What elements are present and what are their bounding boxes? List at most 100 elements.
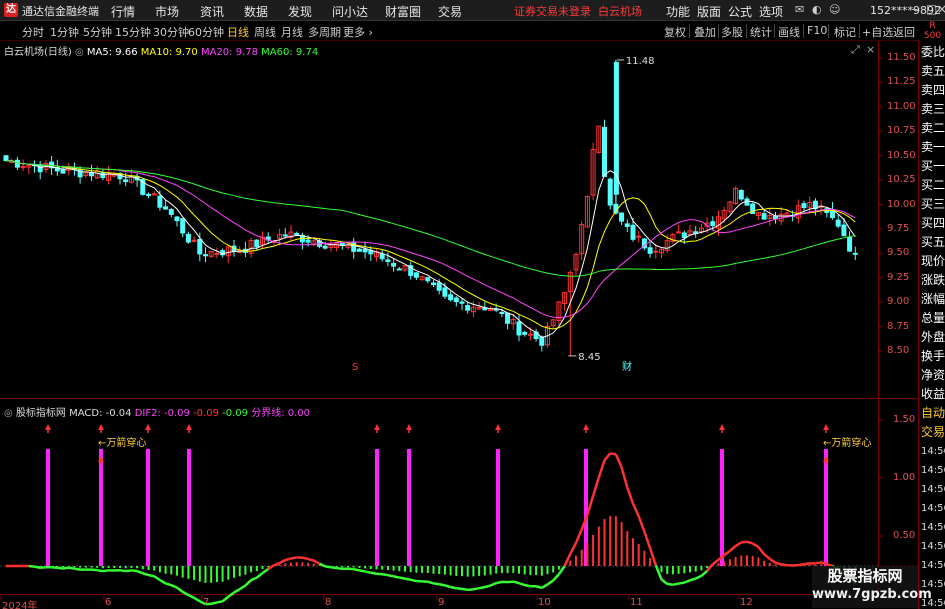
sidebar-item[interactable]: 14:56 [921, 518, 945, 537]
period-60min[interactable]: 60分钟 [188, 24, 224, 40]
sidebar-item[interactable]: 涨跌 [921, 271, 945, 290]
login-status[interactable]: 证券交易未登录 白云机场 [514, 3, 642, 19]
menu-layout[interactable]: 版面 [697, 3, 721, 20]
chart-close-icon[interactable]: × [866, 43, 875, 56]
sidebar-item[interactable]: 卖四 [921, 81, 945, 100]
macd-line [723, 549, 731, 557]
period-multi[interactable]: 多周期 [308, 24, 341, 40]
candle-body [254, 239, 260, 248]
settings-icon[interactable]: ◎ [75, 47, 84, 58]
overlay-button[interactable]: 叠加 [694, 24, 716, 40]
period-weekly[interactable]: 周线 [254, 24, 276, 40]
menu-formula[interactable]: 公式 [728, 3, 752, 20]
back-button[interactable]: 返回 [893, 24, 915, 40]
sidebar-item[interactable]: 买二 [921, 176, 945, 195]
draw-line-button[interactable]: 画线 [778, 24, 800, 40]
macd-line [546, 579, 554, 586]
candle-body [203, 254, 208, 257]
period-15min[interactable]: 15分钟 [115, 24, 151, 40]
sidebar-item[interactable]: 14:56 [921, 480, 945, 499]
menu-options[interactable]: 选项 [759, 3, 783, 20]
sidebar-item[interactable]: 委比 [921, 43, 945, 62]
macd-line [433, 582, 440, 586]
period-5min[interactable]: 5分钟 [83, 24, 112, 40]
pin-icon[interactable]: ⤢ [851, 43, 860, 57]
sidebar-item[interactable]: 涨幅 [921, 290, 945, 309]
macd-line [667, 582, 674, 586]
add-watchlist-button[interactable]: +自选 [862, 24, 893, 40]
signal-bar [375, 449, 379, 566]
macd-line [450, 585, 457, 590]
period-1min[interactable]: 1分钟 [50, 24, 79, 40]
indicator-settings-icon[interactable]: ◎ [4, 408, 13, 419]
statistics-button[interactable]: 统计 [750, 24, 772, 40]
sidebar-item[interactable]: 买一 [921, 157, 945, 176]
sidebar-item[interactable]: 14:56 [921, 537, 945, 556]
macd-histogram [466, 566, 469, 577]
chart-canvas[interactable]: 11.48 8.45 S 财 ←万箭穿心 ←万箭穿心 [0, 0, 945, 609]
menu-wenxiaoda[interactable]: 问小达 [332, 3, 368, 20]
sidebar-item[interactable]: 买四 [921, 214, 945, 233]
period-daily[interactable]: 日线 [227, 24, 249, 40]
macd-line [233, 588, 241, 594]
macd-histogram [124, 566, 127, 569]
menu-quotes[interactable]: 行情 [111, 3, 135, 20]
skin-icon[interactable]: ◐ [812, 3, 822, 16]
sidebar-item[interactable]: 买五 [921, 233, 945, 252]
period-monthly[interactable]: 月线 [281, 24, 303, 40]
candle-body [436, 282, 442, 291]
menu-news[interactable]: 资讯 [200, 3, 224, 20]
multi-stock-button[interactable]: 多股 [721, 24, 743, 40]
macd-histogram [443, 566, 446, 575]
sidebar-item[interactable]: 卖五 [921, 62, 945, 81]
macd-histogram [426, 566, 429, 573]
macd-line [148, 573, 155, 578]
period-timeshare[interactable]: 分时 [22, 24, 44, 40]
sidebar-item[interactable]: 自动 [921, 404, 945, 423]
sidebar-item[interactable]: 买三 [921, 195, 945, 214]
mark-button[interactable]: 标记 [834, 24, 856, 40]
indicator-name: 股标指标网 [15, 408, 66, 419]
period-more[interactable]: 更多 › [343, 24, 373, 40]
minimize-icon[interactable]: – [912, 2, 918, 16]
period-30min[interactable]: 30分钟 [153, 24, 189, 40]
sidebar-item[interactable]: 14:56 [921, 499, 945, 518]
menu-trade[interactable]: 交易 [438, 3, 462, 20]
indicator-tick-label: 1.00 [893, 472, 916, 483]
sidebar-item[interactable]: 14:56 [921, 556, 945, 575]
candle-body [20, 166, 26, 169]
sidebar-item[interactable]: 总量 [921, 309, 945, 328]
sidebar-item[interactable]: 外盘 [921, 328, 945, 347]
sidebar-item[interactable]: 卖二 [921, 119, 945, 138]
f10-button[interactable]: F10 [807, 24, 827, 37]
adjust-button[interactable]: 复权 [664, 24, 686, 40]
candle-body [619, 212, 625, 222]
macd-line [284, 557, 292, 562]
candle-body [453, 297, 459, 303]
sidebar-item[interactable]: 14:56 [921, 442, 945, 461]
candle-body [123, 179, 129, 183]
macd-line [637, 515, 646, 533]
sidebar-item[interactable]: 收益 [921, 385, 945, 404]
sidebar-item[interactable]: 交易 [921, 423, 945, 442]
user-icon[interactable]: ☺ [829, 3, 840, 16]
macd-histogram [244, 566, 247, 575]
sidebar-item[interactable]: 换手 [921, 347, 945, 366]
signal-bar [720, 449, 724, 566]
close-icon[interactable]: × [937, 2, 945, 16]
sidebar-item[interactable]: 现价 [921, 252, 945, 271]
mail-icon[interactable]: ✉ [795, 3, 804, 16]
menu-market[interactable]: 市场 [155, 3, 179, 20]
menu-discover[interactable]: 发现 [288, 3, 312, 20]
maximize-icon[interactable]: □ [926, 2, 937, 16]
sidebar-item[interactable]: 净资 [921, 366, 945, 385]
sidebar-item[interactable]: 卖三 [921, 100, 945, 119]
menu-wealth-circle[interactable]: 财富圈 [385, 3, 421, 20]
macd-histogram [136, 566, 139, 569]
sidebar-item[interactable]: 卖一 [921, 138, 945, 157]
sidebar-item[interactable]: 14:56 [921, 461, 945, 480]
menu-data[interactable]: 数据 [244, 3, 268, 20]
macd-line [387, 573, 394, 578]
menu-function[interactable]: 功能 [666, 3, 690, 20]
divider [689, 24, 690, 38]
